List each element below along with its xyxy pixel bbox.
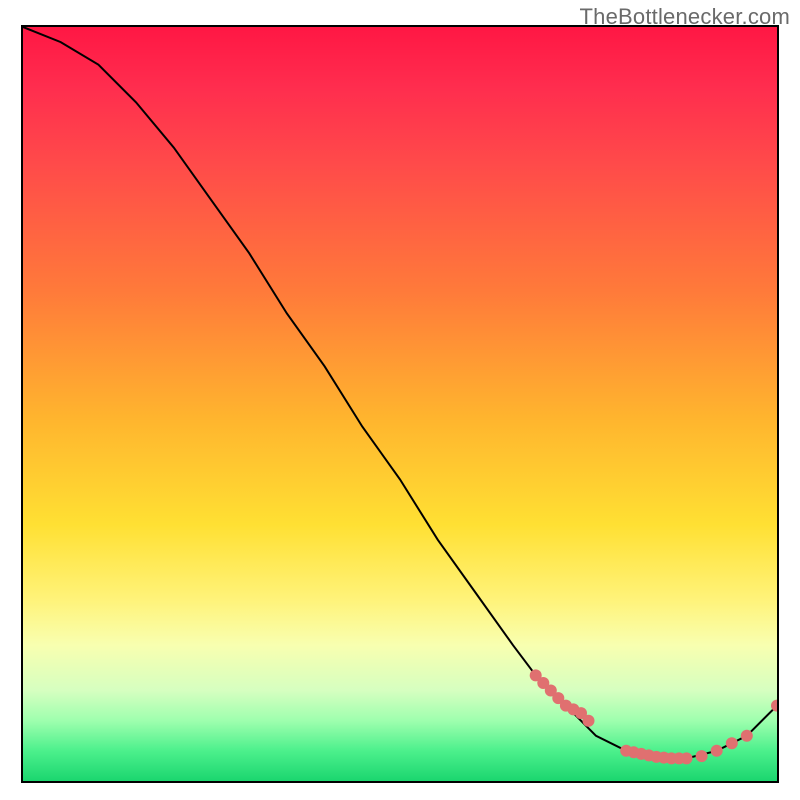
- watermark-text: TheBottlenecker.com: [580, 4, 790, 30]
- data-marker: [696, 750, 708, 762]
- chart-container: TheBottlenecker.com: [0, 0, 800, 800]
- data-marker: [711, 745, 723, 757]
- data-marker: [741, 730, 753, 742]
- data-marker: [583, 715, 595, 727]
- marker-group: [530, 669, 777, 764]
- data-marker: [726, 737, 738, 749]
- curve-layer: [23, 27, 777, 781]
- data-marker: [681, 752, 693, 764]
- plot-frame: [21, 25, 779, 783]
- bottleneck-curve-line: [23, 27, 777, 758]
